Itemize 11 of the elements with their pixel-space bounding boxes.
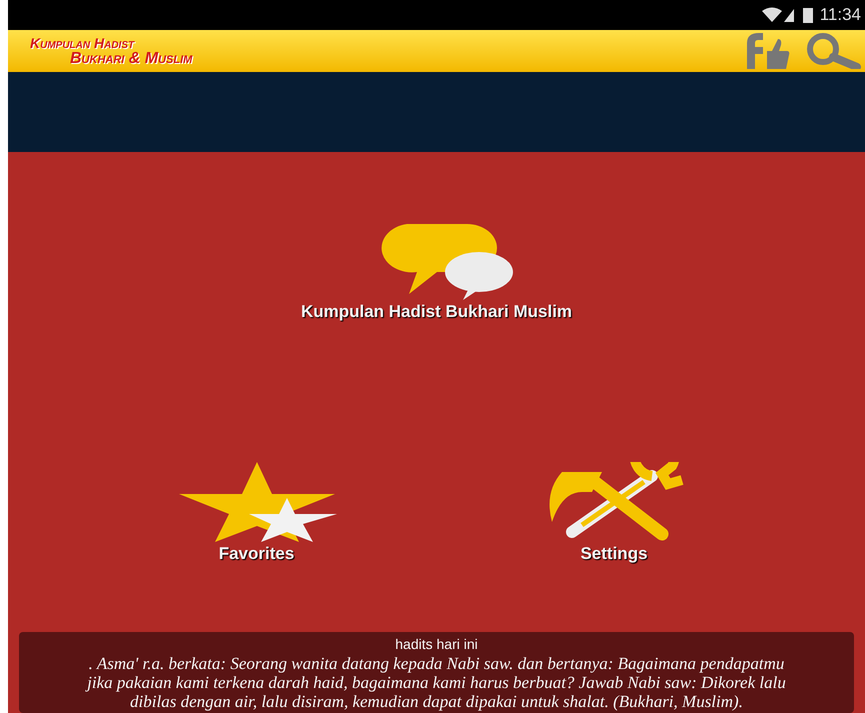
menu-item[interactable]: Favorites <box>176 462 336 564</box>
stars-icon <box>176 462 336 542</box>
app-title: Bukhari & Muslim <box>69 51 192 67</box>
menu-item[interactable]: Settings <box>532 462 696 564</box>
battery-icon <box>802 7 814 23</box>
status-time: 11:34 <box>820 5 861 25</box>
app-title: Kumpulan Hadist <box>30 35 136 51</box>
menu-item[interactable]: Kumpulan Hadist Bukhari Muslim <box>300 220 572 322</box>
hadith-title: hadits hari ini <box>395 636 478 652</box>
wifi-signal-icon <box>762 7 796 23</box>
hadith-text: . Asma' r.a. berkata: Seorang wanita datang kepada Nabi saw. dan bertanya: Bagaimana pendapatmu jika pakaian kami terkena darah haid, bagaimana kami harus berbuat? Jawab Nabi saw: Dikorek lalu dibilas dengan air, lalu disiram, kemudian dapat dipakai untuk shalat. (Bukhari, Muslim). <box>86 654 786 711</box>
